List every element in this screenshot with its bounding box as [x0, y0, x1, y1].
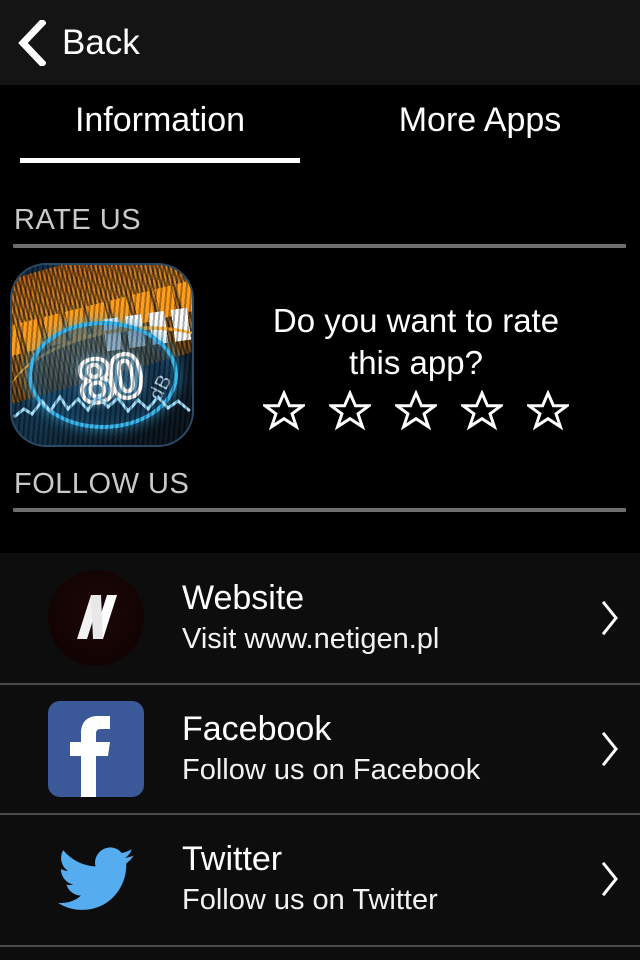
twitter-text: Twitter Follow us on Twitter [146, 840, 580, 917]
chevron-right-icon-twitter[interactable] [580, 860, 640, 898]
rating-stars[interactable] [263, 390, 569, 432]
list-item-website[interactable]: Website Visit www.netigen.pl [0, 553, 640, 683]
twitter-title: Twitter [182, 840, 283, 879]
list-bottom-divider [0, 945, 640, 947]
netigen-logo-icon [48, 570, 144, 666]
facebook-title: Facebook [182, 710, 332, 749]
rate-us-block: 80 dB Do you want to rate this app? [0, 262, 640, 458]
rate-prompt-area: Do you want to rate this app? [192, 262, 640, 432]
twitter-icon [58, 847, 134, 910]
website-title: Website [182, 579, 305, 618]
facebook-icon-wrap [46, 699, 146, 799]
section-title-follow-us: FOLLOW US [14, 468, 190, 500]
tab-information-label: Information [74, 101, 246, 139]
tab-bar: Information More Apps [0, 85, 640, 177]
sound-meter-app-icon[interactable]: 80 dB [12, 265, 192, 445]
section-header-follow-us: FOLLOW US [0, 470, 640, 512]
website-subtitle: Visit www.netigen.pl [182, 623, 440, 656]
twitter-subtitle: Follow us on Twitter [182, 884, 438, 917]
back-button[interactable]: Back [0, 0, 140, 85]
star-outline-icon-3[interactable] [395, 390, 437, 432]
website-text: Website Visit www.netigen.pl [146, 579, 580, 656]
tab-information[interactable]: Information [0, 85, 320, 177]
follow-us-list: Website Visit www.netigen.pl Facebook Fo… [0, 553, 640, 960]
rate-question-text: Do you want to rate this app? [272, 302, 560, 382]
section-header-rate-us: RATE US [0, 206, 640, 248]
chevron-left-icon [16, 19, 46, 66]
section-title-rate-us: RATE US [14, 204, 142, 236]
twitter-icon-wrap [46, 829, 146, 929]
facebook-text: Facebook Follow us on Facebook [146, 710, 580, 787]
star-outline-icon-2[interactable] [329, 390, 371, 432]
top-app-bar: Back [0, 0, 640, 85]
star-outline-icon-1[interactable] [263, 390, 305, 432]
chevron-right-icon-website[interactable] [580, 599, 640, 637]
tab-active-indicator [20, 158, 300, 163]
star-outline-icon-5[interactable] [527, 390, 569, 432]
tab-more-apps[interactable]: More Apps [320, 85, 640, 177]
back-button-label: Back [62, 23, 140, 62]
list-item-facebook[interactable]: Facebook Follow us on Facebook [0, 683, 640, 813]
website-icon-wrap [46, 568, 146, 668]
section-divider-rate-us [13, 244, 626, 248]
app-icon-waveform [13, 393, 191, 419]
chevron-right-icon-facebook[interactable] [580, 730, 640, 768]
list-item-twitter[interactable]: Twitter Follow us on Twitter [0, 813, 640, 943]
tab-more-apps-label: More Apps [398, 101, 562, 139]
section-divider-follow-us [13, 508, 626, 512]
facebook-icon [48, 701, 144, 797]
facebook-subtitle: Follow us on Facebook [182, 754, 481, 787]
app-screen: Back Information More Apps RATE US 80 dB [0, 0, 640, 960]
star-outline-icon-4[interactable] [461, 390, 503, 432]
